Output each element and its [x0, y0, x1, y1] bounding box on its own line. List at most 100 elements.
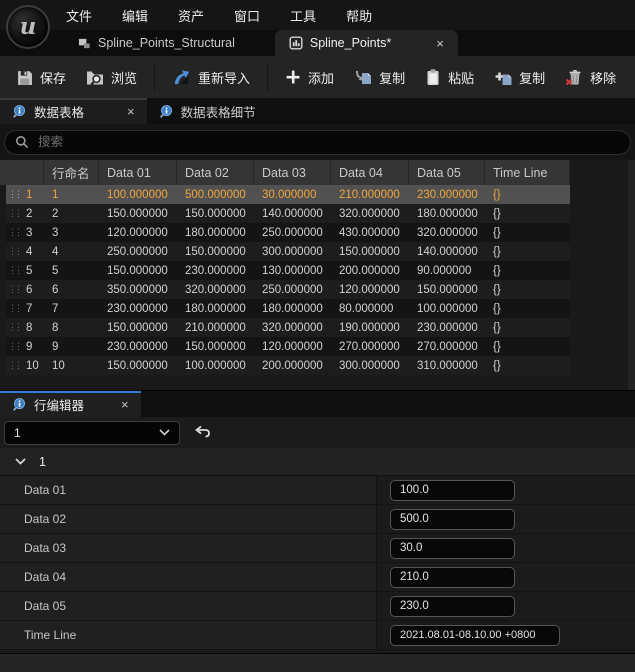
tab-data-table-details[interactable]: 数据表格细节: [147, 98, 268, 124]
column-header-data-04[interactable]: Data 04: [331, 160, 409, 185]
field-value-area: [377, 592, 635, 620]
drag-handle-icon[interactable]: ⋮⋮: [8, 322, 23, 333]
add-row-button[interactable]: 添加: [275, 61, 344, 93]
save-button[interactable]: 保存: [6, 61, 76, 93]
save-icon: [16, 69, 33, 86]
data-cell: 320.000000: [339, 207, 400, 220]
toolbar-separator: [267, 63, 269, 91]
time-line-label: Time Line: [0, 621, 377, 649]
drag-handle-icon[interactable]: ⋮⋮: [8, 265, 23, 276]
panel-tab-label: 行编辑器: [34, 398, 85, 413]
browse-button[interactable]: 浏览: [76, 61, 147, 93]
drag-handle-icon[interactable]: ⋮⋮: [8, 246, 23, 257]
data-04-input[interactable]: [390, 566, 515, 588]
row-index: 10: [26, 359, 39, 372]
table-scrollbar[interactable]: [628, 160, 635, 390]
row-select-value: 1: [14, 425, 21, 440]
data-cell: 250.000000: [107, 245, 168, 258]
data-cell: 320.000000: [417, 226, 478, 239]
close-icon[interactable]: ×: [436, 37, 444, 50]
drag-handle-icon[interactable]: ⋮⋮: [8, 341, 23, 352]
menu-item-tools[interactable]: 工具: [290, 6, 316, 25]
search-box[interactable]: [4, 129, 631, 155]
timeline-cell: {}: [493, 207, 501, 220]
column-header-row-name[interactable]: 行命名: [44, 160, 99, 185]
data-cell: 230.000000: [107, 340, 168, 353]
column-header-data-03[interactable]: Data 03: [254, 160, 331, 185]
table-row[interactable]: ⋮⋮ 2 2 150.000000 150.000000 140.000000 320.00…: [6, 204, 570, 223]
unreal-logo[interactable]: u: [6, 5, 50, 49]
remove-row-button[interactable]: 移除: [555, 61, 626, 93]
table-row[interactable]: ⋮⋮ 9 9 230.000000 150.000000 120.000000 270.00…: [6, 337, 570, 356]
drag-handle-icon[interactable]: ⋮⋮: [8, 284, 23, 295]
table-row[interactable]: ⋮⋮ 5 5 150.000000 230.000000 130.000000 200.00…: [6, 261, 570, 280]
field-value-area: [377, 505, 635, 533]
row-name-cell: 5: [52, 264, 59, 277]
reimport-icon: [172, 68, 191, 87]
data-03-input[interactable]: [390, 537, 515, 559]
data-cell: 180.000000: [417, 207, 478, 220]
column-header-data-05[interactable]: Data 05: [409, 160, 485, 185]
table-row[interactable]: ⋮⋮ 4 4 250.000000 150.000000 300.000000 150.00…: [6, 242, 570, 261]
tab-row-editor[interactable]: 行编辑器 ×: [0, 391, 141, 417]
data-04-label: Data 04: [0, 563, 377, 591]
drag-handle-icon[interactable]: ⋮⋮: [8, 360, 23, 371]
data-05-input[interactable]: [390, 595, 515, 617]
row-section-header[interactable]: 1: [0, 448, 635, 476]
row-select-dropdown[interactable]: 1: [4, 420, 180, 445]
timeline-cell: {}: [493, 188, 501, 201]
drag-handle-icon[interactable]: ⋮⋮: [8, 303, 23, 314]
menu-item-window[interactable]: 窗口: [234, 6, 260, 25]
close-icon[interactable]: ×: [121, 397, 129, 412]
menu-item-file[interactable]: 文件: [66, 6, 92, 25]
asset-tab-bar: Spline_Points_Structural Spline_Points* …: [0, 30, 635, 56]
button-label: 复制: [519, 70, 546, 86]
tab-data-table[interactable]: 数据表格 ×: [0, 98, 147, 124]
reset-row-button[interactable]: [194, 425, 211, 440]
data-table-asset-icon: [289, 36, 303, 50]
data-cell: 150.000000: [417, 283, 478, 296]
column-header-data-02[interactable]: Data 02: [177, 160, 254, 185]
data-cell: 270.000000: [417, 340, 478, 353]
duplicate-row-button[interactable]: 复制: [484, 61, 555, 93]
table-row[interactable]: ⋮⋮ 8 8 150.000000 210.000000 320.000000 190.00…: [6, 318, 570, 337]
timeline-cell: {}: [493, 226, 501, 239]
field-value-area: [377, 621, 635, 649]
browse-icon: [86, 69, 104, 86]
menu-item-edit[interactable]: 编辑: [122, 6, 148, 25]
table-row[interactable]: ⋮⋮ 10 10 150.000000 100.000000 200.000000 300.…: [6, 356, 570, 375]
data-cell: 230.000000: [417, 321, 478, 334]
drag-handle-icon[interactable]: ⋮⋮: [8, 208, 23, 219]
field-value-area: [377, 534, 635, 562]
column-header-time-line[interactable]: Time Line: [485, 160, 570, 185]
row-name-cell: 8: [52, 321, 59, 334]
column-header-data-01[interactable]: Data 01: [99, 160, 177, 185]
menu-item-help[interactable]: 帮助: [346, 6, 372, 25]
table-row[interactable]: ⋮⋮ 1 1 100.000000 500.000000 30.000000 210.000…: [6, 185, 570, 204]
field-row: Data 05: [0, 592, 635, 621]
copy-row-button[interactable]: 复制: [344, 61, 415, 93]
table-row[interactable]: ⋮⋮ 7 7 230.000000 180.000000 180.000000 80.000…: [6, 299, 570, 318]
row-index-cell: ⋮⋮ 5: [6, 265, 44, 277]
time-line-input[interactable]: [390, 624, 560, 646]
tab-spline-points[interactable]: Spline_Points* ×: [274, 30, 458, 56]
field-row: Data 02: [0, 505, 635, 534]
chevron-down-icon: [15, 458, 26, 465]
table-row[interactable]: ⋮⋮ 6 6 350.000000 320.000000 250.000000 120.00…: [6, 280, 570, 299]
data-01-input[interactable]: [390, 479, 515, 501]
tab-spline-points-structural[interactable]: Spline_Points_Structural: [64, 30, 249, 56]
row-index: 9: [26, 340, 33, 353]
drag-handle-icon[interactable]: ⋮⋮: [8, 189, 23, 200]
button-label: 保存: [40, 70, 67, 86]
drag-handle-icon[interactable]: ⋮⋮: [8, 227, 23, 238]
search-input[interactable]: [38, 135, 620, 149]
row-index-cell: ⋮⋮ 4: [6, 246, 44, 258]
reimport-button[interactable]: 重新导入: [162, 61, 260, 93]
menu-item-asset[interactable]: 资产: [178, 6, 204, 25]
row-editor-tab-bar: 行编辑器 ×: [0, 390, 635, 417]
data-cell: 210.000000: [185, 321, 246, 334]
table-row[interactable]: ⋮⋮ 3 3 120.000000 180.000000 250.000000 430.00…: [6, 223, 570, 242]
paste-button[interactable]: 粘贴: [415, 61, 484, 93]
data-02-input[interactable]: [390, 508, 515, 530]
close-icon[interactable]: ×: [127, 104, 135, 119]
